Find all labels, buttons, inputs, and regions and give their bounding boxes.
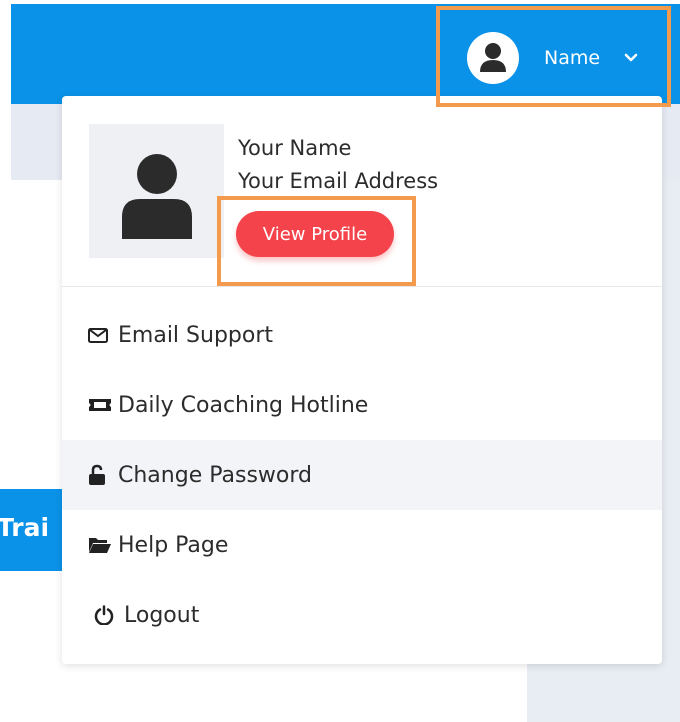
training-button[interactable]: Trai [0,489,70,571]
menu-item-label: Change Password [118,462,312,488]
menu-item-help-page[interactable]: Help Page [62,510,662,580]
menu-item-label: Email Support [118,322,273,348]
menu-item-logout[interactable]: Logout [62,580,662,650]
menu-divider [62,286,662,287]
user-dropdown-menu: Your Name Your Email Address View Profil… [62,96,662,664]
menu-item-change-password[interactable]: Change Password [62,440,662,510]
ticket-icon [88,397,118,413]
chevron-down-icon [624,53,638,63]
view-profile-button[interactable]: View Profile [236,211,394,257]
menu-item-label: Logout [124,602,200,628]
unlock-icon [88,464,118,486]
user-avatar-icon [467,32,519,84]
menu-item-label: Daily Coaching Hotline [118,392,369,418]
menu-item-email-support[interactable]: Email Support [62,300,662,370]
envelope-icon [88,327,118,343]
profile-name: Your Name [238,136,352,160]
profile-email: Your Email Address [238,169,439,193]
folder-open-icon [88,536,118,554]
user-menu-button[interactable]: Name [446,17,661,99]
user-menu-name: Name [544,47,601,69]
training-button-label: Trai [0,513,50,542]
menu-item-daily-coaching-hotline[interactable]: Daily Coaching Hotline [62,370,662,440]
power-icon [94,605,124,625]
profile-avatar-icon [89,124,224,258]
menu-item-label: Help Page [118,532,229,558]
